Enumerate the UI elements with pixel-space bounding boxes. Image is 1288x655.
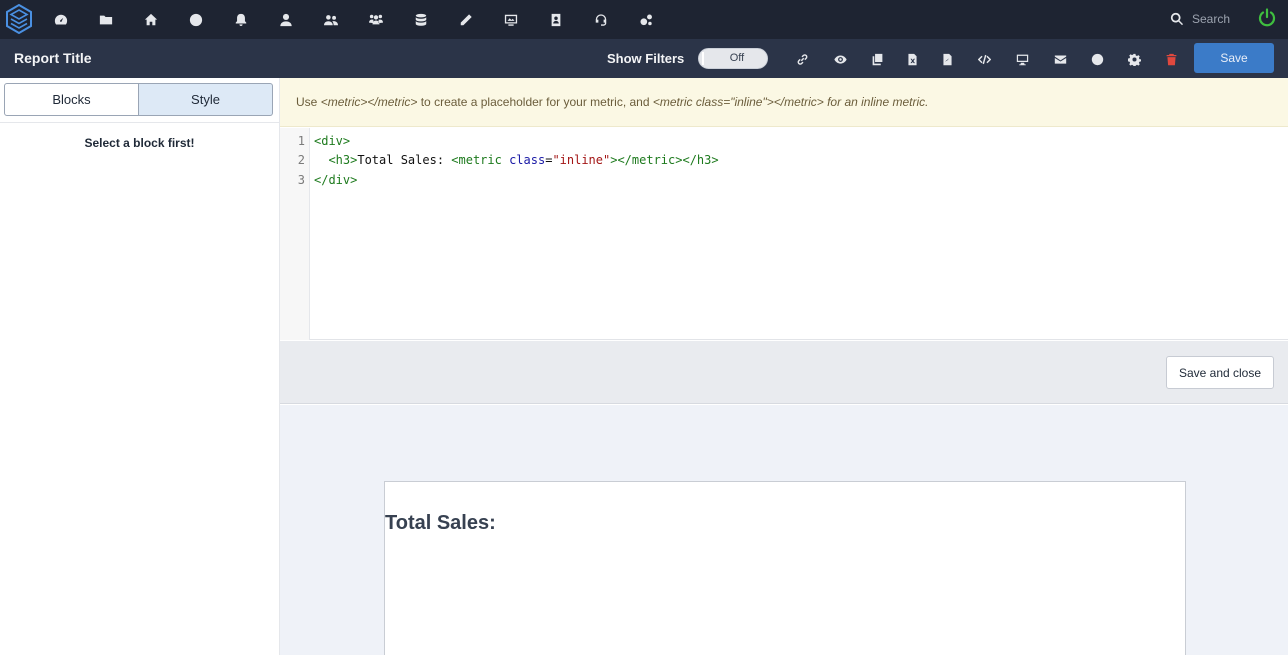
line-gutter: 1 2 3 bbox=[280, 128, 310, 340]
show-filters-label: Show Filters bbox=[607, 51, 685, 66]
code-token: <h3> bbox=[328, 153, 358, 167]
empty-state-message: Select a block first! bbox=[84, 136, 195, 150]
eye-icon[interactable] bbox=[832, 51, 848, 67]
code-token: class bbox=[509, 153, 546, 167]
preview-area: Total Sales: bbox=[280, 405, 1288, 655]
envelope-icon[interactable] bbox=[1052, 51, 1068, 67]
notice-mid: to create a placeholder for your metric,… bbox=[417, 95, 653, 109]
database-icon[interactable] bbox=[412, 11, 430, 29]
code-line[interactable]: <h3>Total Sales: <metric class="inline">… bbox=[314, 153, 719, 167]
code-token: ></metric></h3> bbox=[610, 153, 719, 167]
top-nav bbox=[0, 0, 1288, 39]
code-token: <div> bbox=[314, 134, 351, 148]
copy-icon[interactable] bbox=[869, 51, 885, 67]
users-icon[interactable] bbox=[322, 11, 340, 29]
search-box[interactable] bbox=[1170, 9, 1252, 29]
save-and-close-button[interactable]: Save and close bbox=[1166, 356, 1274, 389]
code-token: <metric bbox=[451, 153, 510, 167]
folder-icon[interactable] bbox=[97, 11, 115, 29]
line-number: 1 bbox=[297, 134, 305, 148]
clock-icon[interactable] bbox=[187, 11, 205, 29]
team-icon[interactable] bbox=[367, 11, 385, 29]
search-icon bbox=[1170, 12, 1184, 26]
support-icon[interactable] bbox=[592, 11, 610, 29]
code-token: "inline" bbox=[552, 153, 611, 167]
code-icon[interactable] bbox=[976, 51, 992, 67]
report-toolbar: Report Title Show Filters Off Save bbox=[0, 39, 1288, 78]
notice-code-block: <metric></metric> bbox=[320, 95, 418, 109]
dashboard-icon[interactable] bbox=[52, 11, 70, 29]
notice-code-inline: <metric class="inline"></metric> bbox=[652, 95, 824, 109]
link-icon[interactable] bbox=[794, 51, 810, 67]
excel-icon[interactable] bbox=[904, 51, 920, 67]
search-input[interactable] bbox=[1192, 12, 1252, 26]
pdf-icon[interactable] bbox=[939, 51, 955, 67]
bell-icon[interactable] bbox=[232, 11, 250, 29]
code-line[interactable]: <div> bbox=[314, 134, 350, 148]
info-notice: Use <metric></metric> to create a placeh… bbox=[280, 78, 1288, 127]
show-filters-toggle[interactable]: Off bbox=[698, 48, 768, 69]
pencil-icon[interactable] bbox=[457, 11, 475, 29]
desktop-icon[interactable] bbox=[1014, 51, 1030, 67]
notice-text: Use <metric></metric> to create a placeh… bbox=[296, 95, 928, 109]
gear-icon[interactable] bbox=[1126, 51, 1142, 67]
app-logo-icon[interactable] bbox=[5, 4, 33, 34]
code-line[interactable]: </div> bbox=[314, 173, 357, 187]
line-number: 2 bbox=[297, 153, 305, 167]
toggle-state: Off bbox=[729, 52, 745, 64]
presentation-icon[interactable] bbox=[502, 11, 520, 29]
save-button[interactable]: Save bbox=[1194, 43, 1274, 73]
power-icon[interactable] bbox=[1257, 8, 1277, 28]
line-number: 3 bbox=[297, 173, 305, 187]
schedule-clock-icon[interactable] bbox=[1089, 51, 1105, 67]
code-token: Total Sales: bbox=[357, 153, 452, 167]
trash-icon[interactable] bbox=[1163, 51, 1179, 67]
divider bbox=[0, 122, 279, 123]
tab-style[interactable]: Style bbox=[139, 83, 273, 116]
code-editor[interactable]: 1 2 3 <div> <h3>Total Sales: <metric cla… bbox=[280, 128, 1288, 340]
preview-page[interactable]: Total Sales: bbox=[384, 481, 1186, 655]
cogs-icon[interactable] bbox=[637, 11, 655, 29]
home-icon[interactable] bbox=[142, 11, 160, 29]
preview-heading: Total Sales: bbox=[385, 512, 496, 534]
report-title[interactable]: Report Title bbox=[14, 50, 92, 66]
code-token: </div> bbox=[314, 173, 358, 187]
editor-actions-bar: Save and close bbox=[280, 341, 1288, 404]
address-book-icon[interactable] bbox=[547, 11, 565, 29]
tab-blocks[interactable]: Blocks bbox=[4, 83, 139, 116]
left-panel: Blocks Style Select a block first! bbox=[0, 78, 280, 655]
notice-end: for an inline metric. bbox=[823, 95, 929, 109]
panel-tabs: Blocks Style bbox=[4, 83, 273, 116]
notice-use: Use bbox=[296, 95, 321, 109]
user-icon[interactable] bbox=[277, 11, 295, 29]
